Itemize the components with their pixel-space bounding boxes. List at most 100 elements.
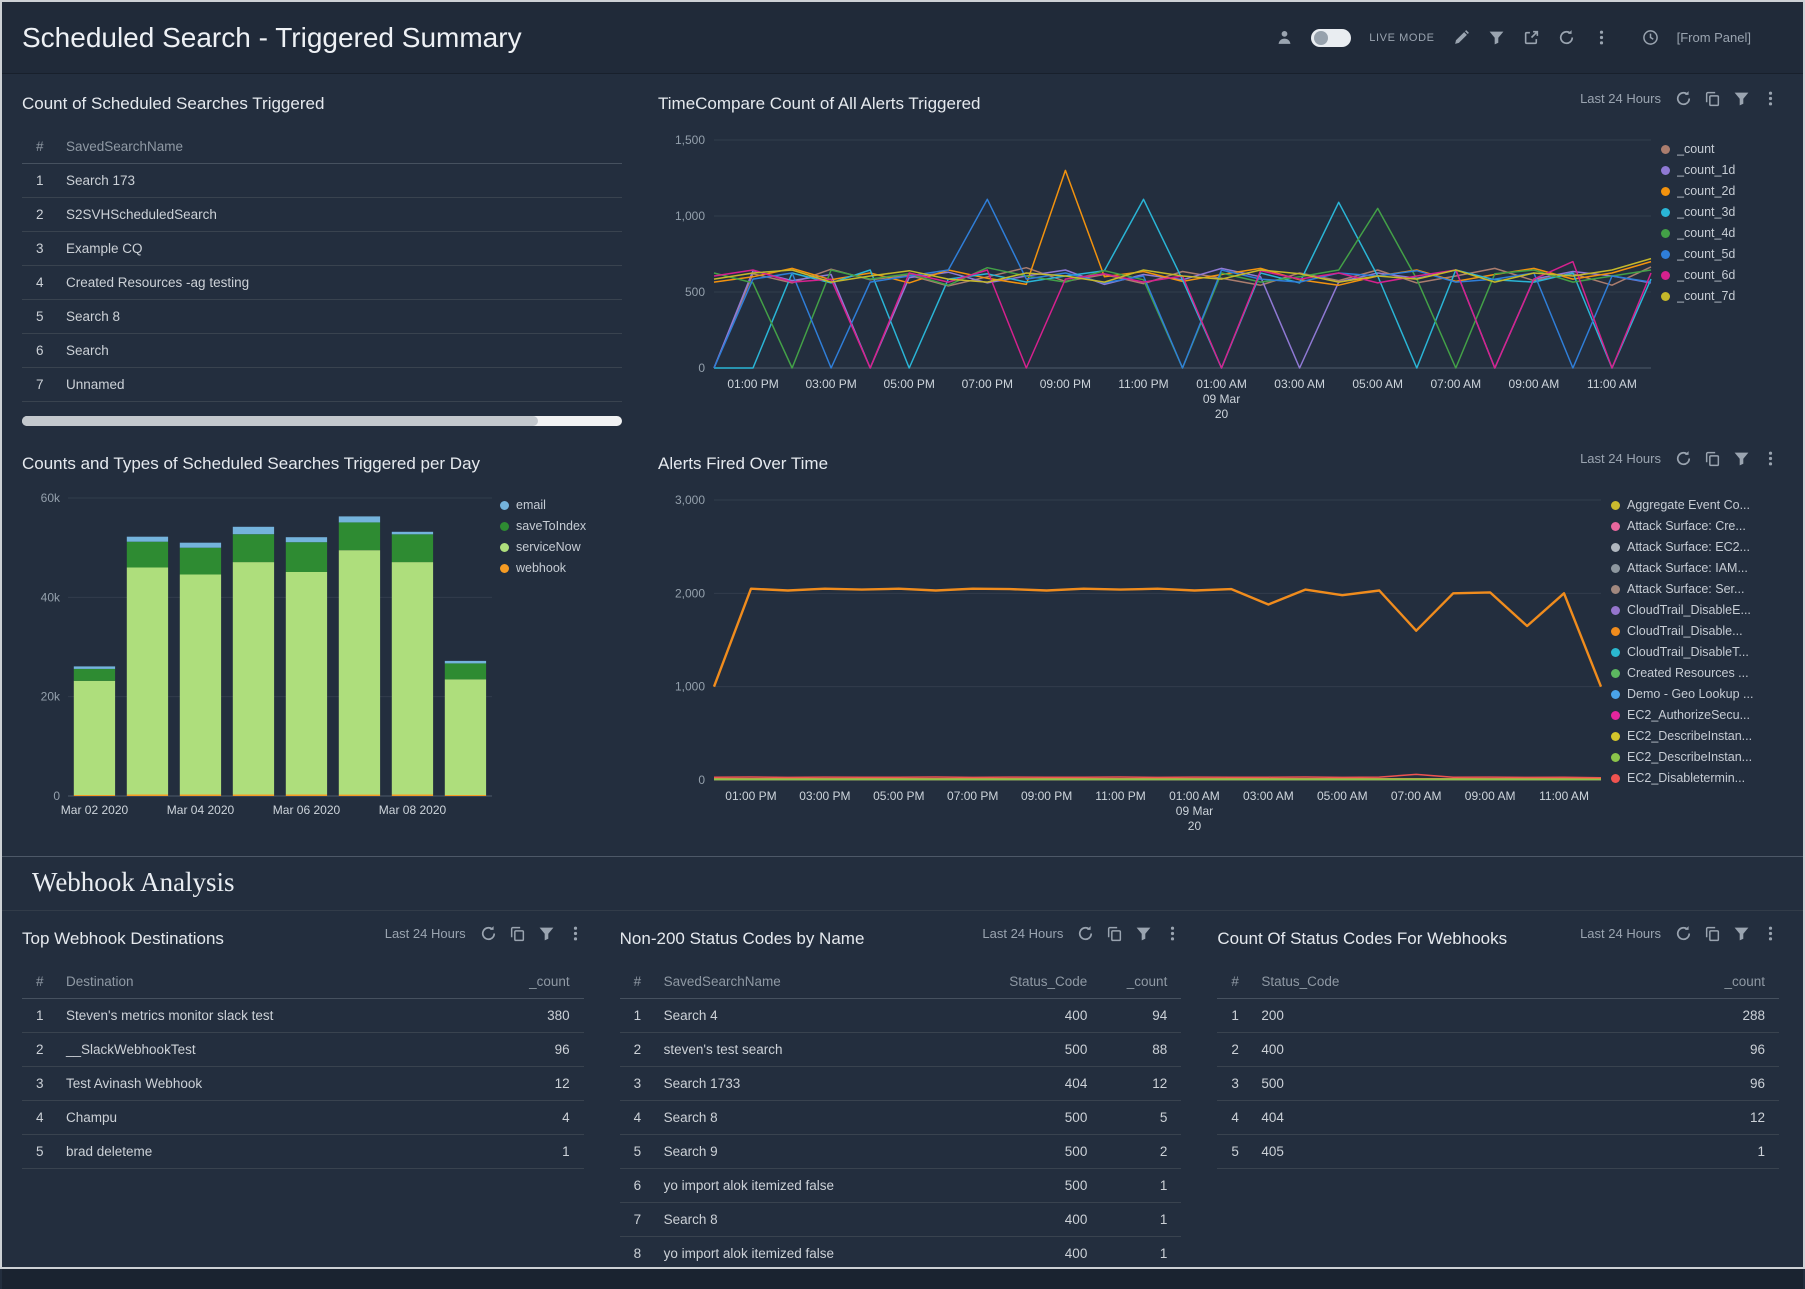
section-webhook-analysis: Webhook Analysis xyxy=(2,856,1803,911)
bar-segment xyxy=(127,537,168,542)
table-row[interactable]: 440412 xyxy=(1217,1101,1779,1135)
time-range-label[interactable]: Last 24 Hours xyxy=(982,926,1063,941)
table-cell: 2 xyxy=(626,1042,656,1057)
time-range-label[interactable]: Last 24 Hours xyxy=(1580,451,1661,466)
table-row[interactable]: 7Unnamed xyxy=(22,368,622,402)
table-row[interactable]: 6yo import alok itemized false5001 xyxy=(620,1169,1182,1203)
legend-item-cloudtrail-disable[interactable]: CloudTrail_Disable... xyxy=(1611,624,1779,638)
filter-icon[interactable] xyxy=(1488,29,1505,46)
live-mode-toggle[interactable] xyxy=(1311,29,1351,47)
kebab-menu-icon[interactable] xyxy=(1762,450,1779,467)
table-row[interactable]: 6Search xyxy=(22,334,622,368)
table-row[interactable]: 1Steven's metrics monitor slack test380 xyxy=(22,999,584,1033)
legend-item-email[interactable]: email xyxy=(500,498,612,512)
share-icon[interactable] xyxy=(1523,29,1540,46)
table-row[interactable]: 350096 xyxy=(1217,1067,1779,1101)
alerts-chart[interactable]: 01,0002,0003,00001:00 PM03:00 PM05:00 PM… xyxy=(658,490,1611,842)
refresh-icon[interactable] xyxy=(1558,29,1575,46)
filter-icon[interactable] xyxy=(1733,925,1750,942)
table-row[interactable]: 3Test Avinash Webhook12 xyxy=(22,1067,584,1101)
horizontal-scrollbar[interactable] xyxy=(22,416,622,426)
per-day-bar-chart[interactable]: 020k40k60kMar 02 2020Mar 04 2020Mar 06 2… xyxy=(22,490,500,826)
legend-item-count[interactable]: _count xyxy=(1661,142,1779,156)
table-row[interactable]: 7Search 84001 xyxy=(620,1203,1182,1237)
copy-icon[interactable] xyxy=(1704,450,1721,467)
table-row[interactable]: 8yo import alok itemized false4001 xyxy=(620,1237,1182,1261)
legend-item-attack-surface-ec2[interactable]: Attack Surface: EC2... xyxy=(1611,540,1779,554)
copy-icon[interactable] xyxy=(1106,925,1123,942)
table-row[interactable]: 54051 xyxy=(1217,1135,1779,1169)
legend-item-ec2-authorizesecu[interactable]: EC2_AuthorizeSecu... xyxy=(1611,708,1779,722)
bar-segment xyxy=(74,669,115,681)
table-cell: 1 xyxy=(1095,1246,1175,1261)
filter-icon[interactable] xyxy=(1733,90,1750,107)
legend-swatch xyxy=(500,501,509,510)
legend-item-attack-surface-ser[interactable]: Attack Surface: Ser... xyxy=(1611,582,1779,596)
legend-item-count-1d[interactable]: _count_1d xyxy=(1661,163,1779,177)
kebab-menu-icon[interactable] xyxy=(567,925,584,942)
kebab-menu-icon[interactable] xyxy=(1762,90,1779,107)
legend-item-ec2-describeinstan[interactable]: EC2_DescribeInstan... xyxy=(1611,729,1779,743)
table-row[interactable]: 2S2SVHScheduledSearch xyxy=(22,198,622,232)
legend-item-webhook[interactable]: webhook xyxy=(500,561,612,575)
time-range-label[interactable]: Last 24 Hours xyxy=(1580,91,1661,106)
legend-item-ec2-describeinstan[interactable]: EC2_DescribeInstan... xyxy=(1611,750,1779,764)
user-icon[interactable] xyxy=(1276,29,1293,46)
table-cell: 7 xyxy=(626,1212,656,1227)
legend-item-demo-geo-lookup[interactable]: Demo - Geo Lookup ... xyxy=(1611,687,1779,701)
table-row[interactable]: 2__SlackWebhookTest96 xyxy=(22,1033,584,1067)
table-row[interactable]: 3Search 173340412 xyxy=(620,1067,1182,1101)
table-row[interactable]: 5Search 95002 xyxy=(620,1135,1182,1169)
bar-segment xyxy=(74,795,115,796)
kebab-menu-icon[interactable] xyxy=(1164,925,1181,942)
filter-icon[interactable] xyxy=(538,925,555,942)
filter-icon[interactable] xyxy=(1135,925,1152,942)
legend-swatch xyxy=(1661,250,1670,259)
legend-item-attack-surface-cre[interactable]: Attack Surface: Cre... xyxy=(1611,519,1779,533)
filter-icon[interactable] xyxy=(1733,450,1750,467)
column-header: _count xyxy=(1095,974,1175,989)
copy-icon[interactable] xyxy=(1704,90,1721,107)
legend-item-savetoindex[interactable]: saveToIndex xyxy=(500,519,612,533)
legend-item-cloudtrail-disablee[interactable]: CloudTrail_DisableE... xyxy=(1611,603,1779,617)
table-row[interactable]: 2steven's test search50088 xyxy=(620,1033,1182,1067)
refresh-icon[interactable] xyxy=(1675,450,1692,467)
table-row[interactable]: 1Search 440094 xyxy=(620,999,1182,1033)
legend-item-ec2-disabletermin[interactable]: EC2_Disabletermin... xyxy=(1611,771,1779,785)
table-row[interactable]: 5brad deleteme1 xyxy=(22,1135,584,1169)
table-row[interactable]: 240096 xyxy=(1217,1033,1779,1067)
clock-icon[interactable] xyxy=(1642,29,1659,46)
kebab-menu-icon[interactable] xyxy=(1593,29,1610,46)
legend-item-servicenow[interactable]: serviceNow xyxy=(500,540,612,554)
legend-item-created-resources[interactable]: Created Resources ... xyxy=(1611,666,1779,680)
legend-item-count-6d[interactable]: _count_6d xyxy=(1661,268,1779,282)
copy-icon[interactable] xyxy=(509,925,526,942)
refresh-icon[interactable] xyxy=(1077,925,1094,942)
edit-icon[interactable] xyxy=(1453,29,1470,46)
legend-item-count-7d[interactable]: _count_7d xyxy=(1661,289,1779,303)
time-range-label[interactable]: Last 24 Hours xyxy=(1580,926,1661,941)
table-row[interactable]: 1Search 173 xyxy=(22,164,622,198)
timecompare-chart[interactable]: 05001,0001,50001:00 PM03:00 PM05:00 PM07… xyxy=(658,130,1661,430)
table-row[interactable]: 4Created Resources -ag testing xyxy=(22,266,622,300)
column-header: _count xyxy=(1683,974,1773,989)
table-row[interactable]: 4Champu4 xyxy=(22,1101,584,1135)
time-range-label[interactable]: Last 24 Hours xyxy=(385,926,466,941)
legend-item-count-4d[interactable]: _count_4d xyxy=(1661,226,1779,240)
refresh-icon[interactable] xyxy=(480,925,497,942)
legend-item-aggregate-event-co[interactable]: Aggregate Event Co... xyxy=(1611,498,1779,512)
refresh-icon[interactable] xyxy=(1675,925,1692,942)
refresh-icon[interactable] xyxy=(1675,90,1692,107)
legend-item-attack-surface-iam[interactable]: Attack Surface: IAM... xyxy=(1611,561,1779,575)
table-row[interactable]: 4Search 85005 xyxy=(620,1101,1182,1135)
kebab-menu-icon[interactable] xyxy=(1762,925,1779,942)
table-row[interactable]: 3Example CQ xyxy=(22,232,622,266)
legend-item-count-2d[interactable]: _count_2d xyxy=(1661,184,1779,198)
copy-icon[interactable] xyxy=(1704,925,1721,942)
legend-item-count-3d[interactable]: _count_3d xyxy=(1661,205,1779,219)
scrollbar-thumb[interactable] xyxy=(22,416,538,426)
table-row[interactable]: 5Search 8 xyxy=(22,300,622,334)
legend-item-cloudtrail-disablet[interactable]: CloudTrail_DisableT... xyxy=(1611,645,1779,659)
legend-item-count-5d[interactable]: _count_5d xyxy=(1661,247,1779,261)
table-row[interactable]: 1200288 xyxy=(1217,999,1779,1033)
